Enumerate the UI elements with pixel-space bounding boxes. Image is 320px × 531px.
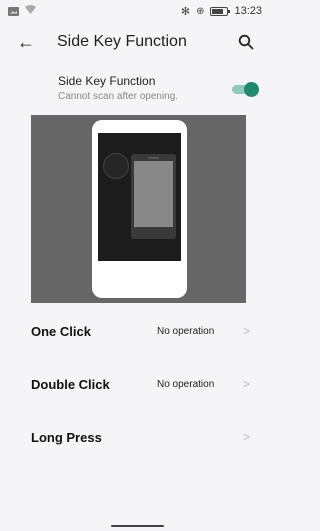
menu-item-long-press[interactable]: Long Press > bbox=[0, 412, 268, 465]
switch-thumb bbox=[244, 82, 259, 97]
status-time: 13:23 bbox=[234, 5, 262, 17]
chevron-right-icon: > bbox=[243, 377, 251, 391]
battery-icon bbox=[210, 6, 231, 16]
inner-device-screen bbox=[134, 161, 173, 227]
toggle-subtitle: Cannot scan after opening. bbox=[58, 91, 179, 102]
back-arrow-icon: ← bbox=[17, 31, 35, 52]
search-button[interactable] bbox=[234, 30, 258, 54]
menu-item-label: One Click bbox=[31, 324, 91, 339]
menu-item-label: Long Press bbox=[31, 430, 102, 445]
menu-item-double-click[interactable]: Double Click No operation > bbox=[0, 359, 268, 412]
toggle-title: Side Key Function bbox=[58, 74, 156, 88]
vibrate-icon: ⊕ bbox=[196, 5, 205, 17]
status-right-icons: ✻ ⊕ 13:23 bbox=[181, 5, 262, 18]
phone-illustration bbox=[92, 120, 187, 298]
inner-device-speaker bbox=[148, 157, 159, 159]
chevron-right-icon: > bbox=[243, 430, 251, 444]
menu-item-value: No operation bbox=[157, 379, 215, 390]
menu-item-label: Double Click bbox=[31, 377, 110, 392]
side-key-switch[interactable] bbox=[232, 82, 259, 97]
status-left-icons bbox=[8, 5, 36, 17]
back-button[interactable]: ← bbox=[14, 30, 38, 54]
menu-item-one-click[interactable]: One Click No operation > bbox=[0, 306, 268, 359]
press-indicator bbox=[103, 153, 129, 179]
image-notification-icon bbox=[8, 6, 19, 16]
status-bar: ✻ ⊕ 13:23 bbox=[0, 0, 268, 22]
page-title: Side Key Function bbox=[57, 33, 187, 50]
wifi-icon bbox=[25, 5, 36, 17]
gesture-nav-handle[interactable] bbox=[111, 525, 164, 527]
bluetooth-icon: ✻ bbox=[180, 5, 191, 18]
phone-screen bbox=[98, 133, 181, 261]
app-bar: ← Side Key Function bbox=[0, 22, 268, 64]
chevron-right-icon: > bbox=[243, 324, 251, 338]
search-icon bbox=[238, 34, 254, 50]
menu-item-value: No operation bbox=[157, 326, 215, 337]
inner-device bbox=[131, 154, 176, 239]
side-key-toggle-row[interactable]: Side Key Function Cannot scan after open… bbox=[0, 68, 268, 108]
side-key-illustration bbox=[31, 115, 246, 303]
